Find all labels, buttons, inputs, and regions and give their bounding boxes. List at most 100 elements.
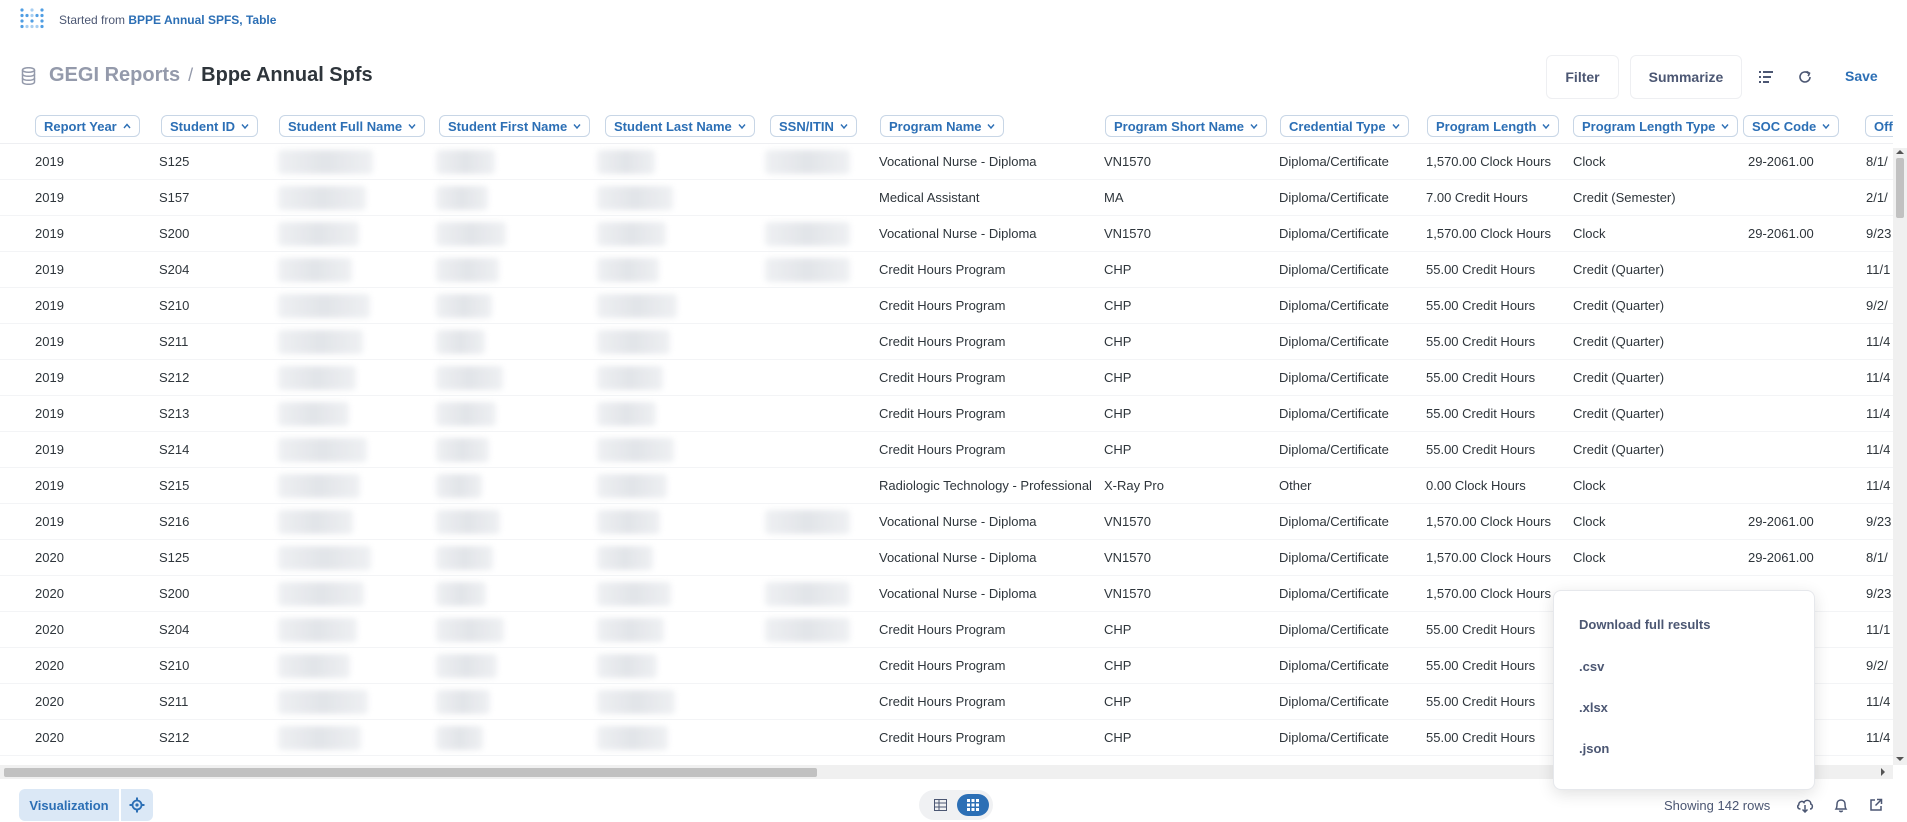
redacted-cell[interactable] [597, 438, 674, 462]
student-id-cell[interactable]: S216 [159, 514, 189, 529]
soc-code-cell[interactable]: 29-2061.00 [1748, 514, 1814, 529]
breadcrumb-collection[interactable]: GEGI Reports [49, 64, 180, 87]
program-length-type-cell[interactable]: Clock [1573, 514, 1606, 529]
soc-code-cell[interactable]: 29-2061.00 [1748, 154, 1814, 169]
report-year-cell[interactable]: 2020 [35, 730, 64, 745]
program-length-cell[interactable]: 55.00 Credit Hours [1426, 442, 1535, 457]
official-date-cell[interactable]: 8/1/ [1866, 550, 1888, 565]
column-header-program-length-type[interactable]: Program Length Type [1573, 115, 1739, 137]
program-short-name-cell[interactable]: VN1570 [1104, 226, 1151, 241]
redacted-cell[interactable] [597, 366, 663, 390]
program-short-name-cell[interactable]: X-Ray Pro [1104, 478, 1164, 493]
program-short-name-cell[interactable]: MA [1104, 190, 1124, 205]
redacted-cell[interactable] [597, 222, 666, 246]
student-id-cell[interactable]: S200 [159, 586, 189, 601]
redacted-cell[interactable] [278, 582, 364, 606]
program-length-type-cell[interactable]: Clock [1573, 478, 1606, 493]
column-header-soc-code[interactable]: SOC Code [1743, 115, 1840, 137]
student-id-cell[interactable]: S204 [159, 262, 189, 277]
official-date-cell[interactable]: 11/4 [1866, 370, 1890, 385]
report-year-cell[interactable]: 2019 [35, 262, 64, 277]
redacted-cell[interactable] [436, 690, 490, 714]
official-date-cell[interactable]: 11/4 [1866, 334, 1890, 349]
program-length-cell[interactable]: 1,570.00 Clock Hours [1426, 154, 1551, 169]
student-id-cell[interactable]: S211 [159, 334, 188, 349]
official-date-cell[interactable]: 9/2/ [1866, 658, 1888, 673]
redacted-cell[interactable] [278, 618, 357, 642]
credential-type-cell[interactable]: Diploma/Certificate [1279, 190, 1389, 205]
report-year-cell[interactable]: 2019 [35, 442, 64, 457]
program-name-cell[interactable]: Credit Hours Program [879, 370, 1005, 385]
program-length-type-cell[interactable]: Credit (Quarter) [1573, 262, 1664, 277]
redacted-cell[interactable] [278, 474, 360, 498]
redacted-cell[interactable] [278, 510, 353, 534]
program-length-type-cell[interactable]: Credit (Quarter) [1573, 370, 1664, 385]
program-length-cell[interactable]: 55.00 Credit Hours [1426, 262, 1535, 277]
redacted-cell[interactable] [278, 150, 373, 174]
credential-type-cell[interactable]: Other [1279, 478, 1312, 493]
program-short-name-cell[interactable]: CHP [1104, 262, 1131, 277]
redacted-cell[interactable] [278, 726, 361, 750]
program-short-name-cell[interactable]: CHP [1104, 334, 1131, 349]
official-date-cell[interactable]: 11/4 [1866, 694, 1890, 709]
redacted-cell[interactable] [597, 186, 673, 210]
credential-type-cell[interactable]: Diploma/Certificate [1279, 298, 1389, 313]
program-short-name-cell[interactable]: VN1570 [1104, 550, 1151, 565]
redacted-cell[interactable] [597, 150, 655, 174]
redacted-cell[interactable] [278, 330, 363, 354]
redacted-ssn-cell[interactable] [765, 582, 850, 606]
report-year-cell[interactable]: 2020 [35, 622, 64, 637]
program-length-type-cell[interactable]: Clock [1573, 226, 1606, 241]
program-length-type-cell[interactable]: Credit (Quarter) [1573, 406, 1664, 421]
report-year-cell[interactable]: 2019 [35, 334, 64, 349]
soc-code-cell[interactable]: 29-2061.00 [1748, 226, 1814, 241]
save-button[interactable]: Save [1845, 68, 1878, 84]
redacted-cell[interactable] [436, 726, 483, 750]
credential-type-cell[interactable]: Diploma/Certificate [1279, 730, 1389, 745]
redacted-ssn-cell[interactable] [765, 222, 850, 246]
student-id-cell[interactable]: S212 [159, 730, 189, 745]
credential-type-cell[interactable]: Diploma/Certificate [1279, 154, 1389, 169]
official-date-cell[interactable]: 9/23 [1866, 514, 1891, 529]
program-short-name-cell[interactable]: CHP [1104, 442, 1131, 457]
redacted-cell[interactable] [436, 366, 503, 390]
redacted-cell[interactable] [278, 294, 370, 318]
official-date-cell[interactable]: 2/1/ [1866, 190, 1888, 205]
program-length-cell[interactable]: 55.00 Credit Hours [1426, 334, 1535, 349]
official-date-cell[interactable]: 11/4 [1866, 730, 1890, 745]
credential-type-cell[interactable]: Diploma/Certificate [1279, 550, 1389, 565]
redacted-cell[interactable] [597, 690, 675, 714]
scroll-up-arrow-icon[interactable] [1896, 149, 1904, 155]
program-length-type-cell[interactable]: Credit (Quarter) [1573, 334, 1664, 349]
column-header-ssn-itin[interactable]: SSN/ITIN [770, 115, 857, 137]
redacted-cell[interactable] [278, 402, 349, 426]
program-name-cell[interactable]: Credit Hours Program [879, 406, 1005, 421]
redacted-cell[interactable] [436, 582, 486, 606]
official-date-cell[interactable]: 9/23 [1866, 586, 1891, 601]
filter-button[interactable]: Filter [1546, 55, 1619, 99]
redacted-cell[interactable] [436, 186, 488, 210]
redacted-cell[interactable] [436, 402, 496, 426]
column-header-program-name[interactable]: Program Name [880, 115, 1005, 137]
program-name-cell[interactable]: Credit Hours Program [879, 442, 1005, 457]
student-id-cell[interactable]: S125 [159, 154, 189, 169]
program-short-name-cell[interactable]: VN1570 [1104, 514, 1151, 529]
student-id-cell[interactable]: S204 [159, 622, 189, 637]
official-date-cell[interactable]: 11/4 [1866, 442, 1890, 457]
student-id-cell[interactable]: S215 [159, 478, 189, 493]
redacted-cell[interactable] [436, 510, 500, 534]
credential-type-cell[interactable]: Diploma/Certificate [1279, 406, 1389, 421]
program-length-cell[interactable]: 55.00 Credit Hours [1426, 730, 1535, 745]
redacted-ssn-cell[interactable] [765, 150, 850, 174]
report-year-cell[interactable]: 2020 [35, 658, 64, 673]
program-length-cell[interactable]: 0.00 Clock Hours [1426, 478, 1526, 493]
program-name-cell[interactable]: Vocational Nurse - Diploma [879, 514, 1037, 529]
program-short-name-cell[interactable]: VN1570 [1104, 154, 1151, 169]
redacted-cell[interactable] [436, 618, 504, 642]
report-year-cell[interactable]: 2019 [35, 226, 64, 241]
redacted-cell[interactable] [597, 402, 656, 426]
page-title[interactable]: Bppe Annual Spfs [201, 64, 372, 87]
redacted-cell[interactable] [278, 222, 359, 246]
program-length-type-cell[interactable]: Clock [1573, 550, 1606, 565]
report-year-cell[interactable]: 2020 [35, 694, 64, 709]
